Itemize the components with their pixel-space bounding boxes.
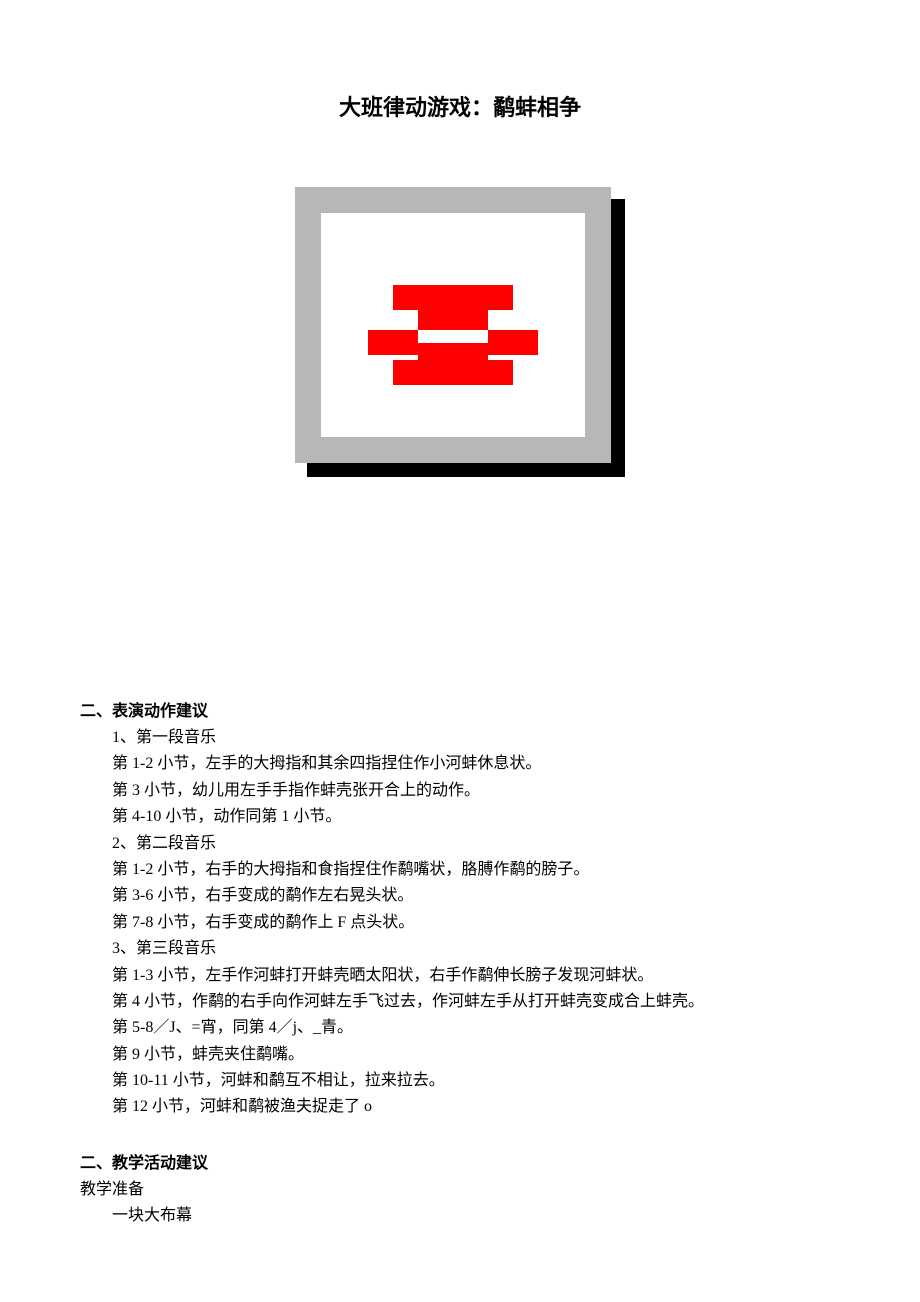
prep-label: 教学准备 [80, 1177, 840, 1203]
body-line: 第 3-6 小节，右手变成的鹬作左右晃头状。 [80, 883, 840, 909]
body-line: 1、第一段音乐 [80, 725, 840, 751]
red-glyph-icon [368, 285, 538, 385]
body-line: 第 12 小节，河蚌和鹬被渔夫捉走了 o [80, 1094, 840, 1120]
performance-suggestions: 1、第一段音乐 第 1-2 小节，左手的大拇指和其余四指捏住作小河蚌休息状。 第… [80, 725, 840, 1121]
body-line: 第 1-3 小节，左手作河蚌打开蚌壳晒太阳状，右手作鹬伸长膀子发现河蚌状。 [80, 963, 840, 989]
page-title: 大班律动游戏：鹬蚌相争 [80, 90, 840, 122]
body-line: 2、第二段音乐 [80, 831, 840, 857]
body-line: 第 5-8／J、=宵，同第 4／j、_青。 [80, 1015, 840, 1041]
section-heading-performance: 二、表演动作建议 [80, 697, 840, 721]
body-line: 3、第三段音乐 [80, 936, 840, 962]
body-line: 第 3 小节，幼儿用左手手指作蚌壳张开合上的动作。 [80, 778, 840, 804]
body-line: 第 1-2 小节，右手的大拇指和食指捏住作鹬嘴状，胳膊作鹬的膀子。 [80, 857, 840, 883]
body-line: 第 10-11 小节，河蚌和鹬互不相让，拉来拉去。 [80, 1068, 840, 1094]
body-line: 第 9 小节，蚌壳夹住鹬嘴。 [80, 1042, 840, 1068]
body-line: 第 4-10 小节，动作同第 1 小节。 [80, 804, 840, 830]
body-line: 第 7-8 小节，右手变成的鹬作上 F 点头状。 [80, 910, 840, 936]
decorative-figure [295, 187, 625, 477]
body-line: 第 4 小节，作鹬的右手向作河蚌左手飞过去，作河蚌左手从打开蚌壳变成合上蚌壳。 [80, 989, 840, 1015]
body-line: 第 1-2 小节，左手的大拇指和其余四指捏住作小河蚌休息状。 [80, 751, 840, 777]
section-heading-teaching: 二、教学活动建议 [80, 1149, 840, 1173]
prep-item: 一块大布幕 [80, 1203, 840, 1229]
